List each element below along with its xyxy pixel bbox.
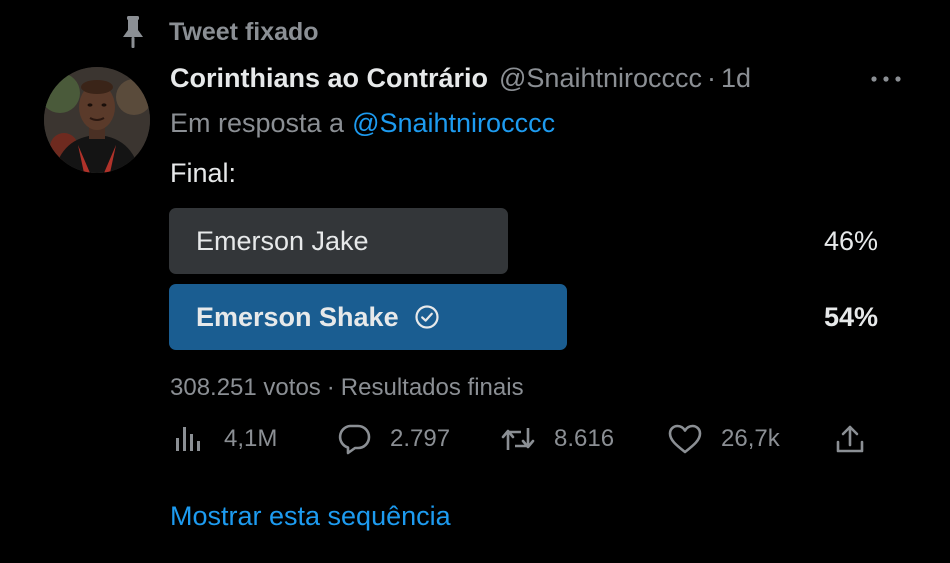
share-button[interactable] bbox=[832, 419, 868, 459]
share-icon bbox=[832, 421, 868, 457]
tweet-header: Corinthians ao Contrário @Snaihtnirocccc… bbox=[170, 58, 751, 98]
check-circle-icon bbox=[413, 303, 441, 331]
views-icon bbox=[170, 421, 206, 457]
reply-handle-link[interactable]: @Snaihtnirocccc bbox=[352, 108, 555, 139]
poll-option-2: Emerson Shake bbox=[169, 284, 567, 350]
tweet-text: Final: bbox=[170, 158, 237, 188]
reply-context: Em resposta a @Snaihtnirocccc bbox=[170, 104, 555, 142]
poll-status: Resultados finais bbox=[340, 374, 524, 401]
avatar[interactable] bbox=[44, 67, 150, 173]
more-options-button[interactable] bbox=[866, 62, 906, 96]
pinned-indicator: Tweet fixado bbox=[118, 14, 319, 50]
reply-button[interactable]: 2.797 bbox=[336, 419, 450, 459]
show-thread-link[interactable]: Mostrar esta sequência bbox=[170, 496, 451, 536]
pin-icon bbox=[118, 14, 148, 50]
tweet-timestamp[interactable]: 1d bbox=[721, 63, 751, 94]
retweet-button[interactable]: 8.616 bbox=[500, 419, 614, 459]
header-separator: · bbox=[707, 62, 717, 93]
reply-icon bbox=[336, 421, 372, 457]
poll-option-percent: 46% bbox=[823, 225, 878, 256]
poll-meta-separator: · bbox=[326, 374, 335, 401]
retweet-icon bbox=[500, 421, 536, 457]
reply-count: 2.797 bbox=[390, 425, 451, 452]
user-handle[interactable]: @Snaihtnirocccc bbox=[499, 63, 702, 94]
retweet-count: 8.616 bbox=[554, 425, 615, 452]
like-button[interactable]: 26,7k bbox=[667, 419, 780, 459]
views-button[interactable]: 4,1M bbox=[170, 419, 277, 459]
more-icon bbox=[870, 70, 902, 88]
views-count: 4,1M bbox=[224, 425, 278, 452]
pinned-label: Tweet fixado bbox=[169, 17, 319, 46]
heart-icon bbox=[667, 421, 703, 457]
poll-option-1: Emerson Jake bbox=[169, 208, 508, 274]
poll-vote-count: 308.251 votos bbox=[170, 374, 321, 401]
like-count: 26,7k bbox=[721, 425, 780, 452]
poll-option-percent: 54% bbox=[823, 301, 878, 332]
reply-prefix: Em resposta a bbox=[170, 107, 345, 138]
poll-meta: 308.251 votos · Resultados finais bbox=[170, 370, 524, 406]
poll-option-label: Emerson Shake bbox=[196, 301, 399, 332]
poll-option-label: Emerson Jake bbox=[196, 225, 369, 256]
display-name[interactable]: Corinthians ao Contrário bbox=[170, 63, 488, 94]
